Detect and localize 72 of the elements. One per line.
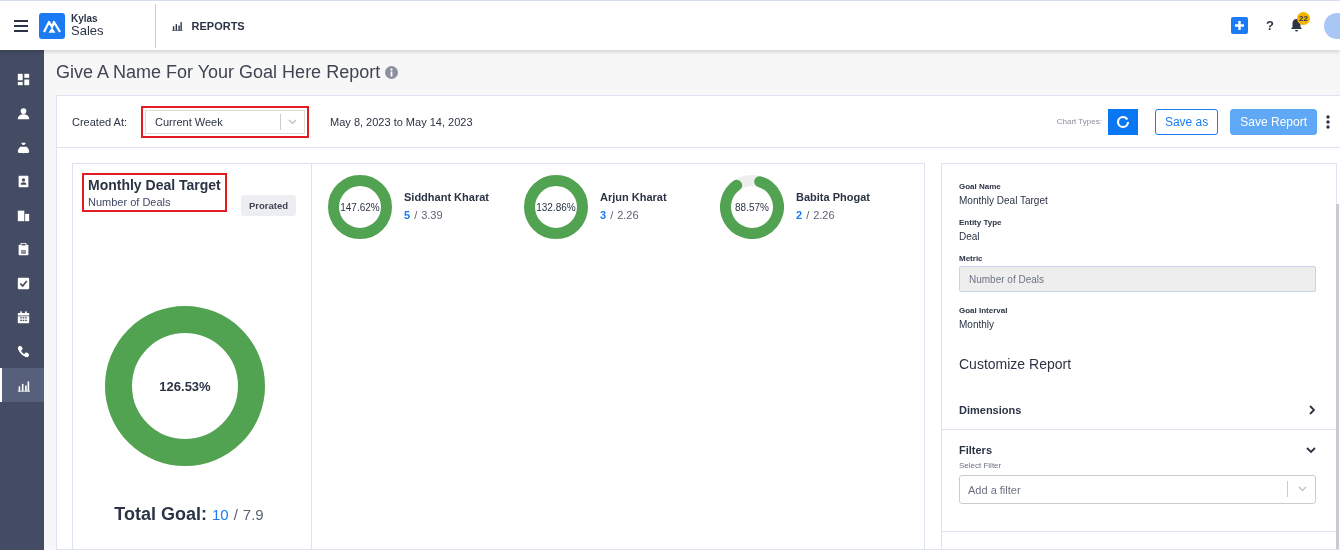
money-bag-icon	[16, 140, 30, 154]
metric-field[interactable]: Number of Deals	[959, 266, 1316, 292]
person-icon	[16, 106, 30, 120]
chevron-down-icon	[288, 118, 298, 125]
donut-chart-type-button[interactable]	[1107, 108, 1138, 135]
chart-types-label: Chart Types:	[1056, 117, 1102, 126]
notification-badge: 22	[1297, 11, 1310, 25]
achieved-value: 2	[796, 209, 803, 221]
achieved-value: 5	[404, 209, 411, 221]
dashboard-icon	[16, 72, 30, 86]
donut-chart	[328, 175, 392, 239]
target-value: 2.26	[813, 209, 835, 221]
goal-title: Monthly Deal Target	[88, 177, 221, 193]
brand-name: Kylas	[71, 12, 99, 24]
logo-icon[interactable]	[39, 12, 65, 39]
separator: /	[233, 506, 238, 523]
bar-chart-icon	[170, 20, 183, 31]
percent-label: 88.57%	[735, 201, 769, 213]
bar-chart-icon	[16, 378, 30, 392]
menu-icon[interactable]	[14, 19, 28, 32]
separator: /	[806, 209, 810, 221]
separator: /	[414, 209, 418, 221]
date-range: May 8, 2023 to May 14, 2023	[330, 115, 473, 128]
save-as-button[interactable]: Save as	[1154, 108, 1219, 135]
field-label: Goal Name	[959, 182, 1002, 191]
target-value: 7.9	[242, 506, 264, 523]
field-value: Monthly	[959, 319, 995, 330]
scrollbar[interactable]	[1336, 204, 1339, 549]
goal-metric: Number of Deals	[88, 196, 172, 208]
add-icon[interactable]	[1231, 17, 1249, 34]
percent-label: 147.62%	[340, 201, 380, 213]
prorated-badge: Prorated	[240, 195, 296, 216]
section-heading: Customize Report	[958, 356, 1073, 372]
user-name: Babita Phogat	[796, 191, 870, 203]
field-label: Metric	[959, 254, 984, 263]
achieved-value: 10	[211, 506, 229, 523]
page-title: Give A Name For Your Goal Here Report	[56, 61, 381, 83]
donut-chart	[720, 175, 784, 239]
percent-label: 126.53%	[159, 378, 211, 394]
field-label: Select Filter	[959, 461, 1003, 470]
phone-icon	[16, 344, 30, 358]
filter-label: Created At:	[72, 115, 128, 128]
percent-label: 132.86%	[536, 201, 576, 213]
user-name: Siddhant Kharat	[404, 191, 489, 203]
info-icon[interactable]	[385, 65, 399, 79]
field-label: Goal Interval	[959, 306, 1009, 315]
ring-icon	[1115, 114, 1130, 129]
checkbox-icon	[16, 276, 30, 290]
field-value: Deal	[959, 231, 981, 242]
achieved-value: 3	[600, 209, 607, 221]
filter-field[interactable]: Add a filter	[959, 475, 1316, 504]
donut-chart	[524, 175, 588, 239]
total-goal-label: Total Goal:	[114, 504, 207, 525]
contact-card-icon	[16, 174, 30, 188]
section-header[interactable]: Filters	[959, 444, 1316, 456]
chevron-down-icon	[1298, 486, 1307, 492]
clipboard-icon	[16, 242, 30, 256]
building-icon	[16, 208, 30, 222]
sidebar-item[interactable]	[0, 368, 44, 402]
date-filter-dropdown[interactable]: Current Week	[145, 109, 306, 134]
help-icon[interactable]: ?	[1266, 18, 1274, 33]
calendar-icon	[16, 310, 30, 324]
product-name: Sales	[71, 23, 104, 39]
field-label: Entity Type	[959, 218, 1003, 227]
section-header[interactable]: Dimensions	[959, 404, 1316, 416]
field-value: Monthly Deal Target	[959, 195, 1049, 206]
section-title: REPORTS	[191, 19, 245, 32]
separator: /	[610, 209, 614, 221]
target-value: 2.26	[617, 209, 639, 221]
target-value: 3.39	[421, 209, 443, 221]
user-name: Arjun Kharat	[600, 191, 667, 203]
more-icon[interactable]	[1326, 114, 1330, 129]
